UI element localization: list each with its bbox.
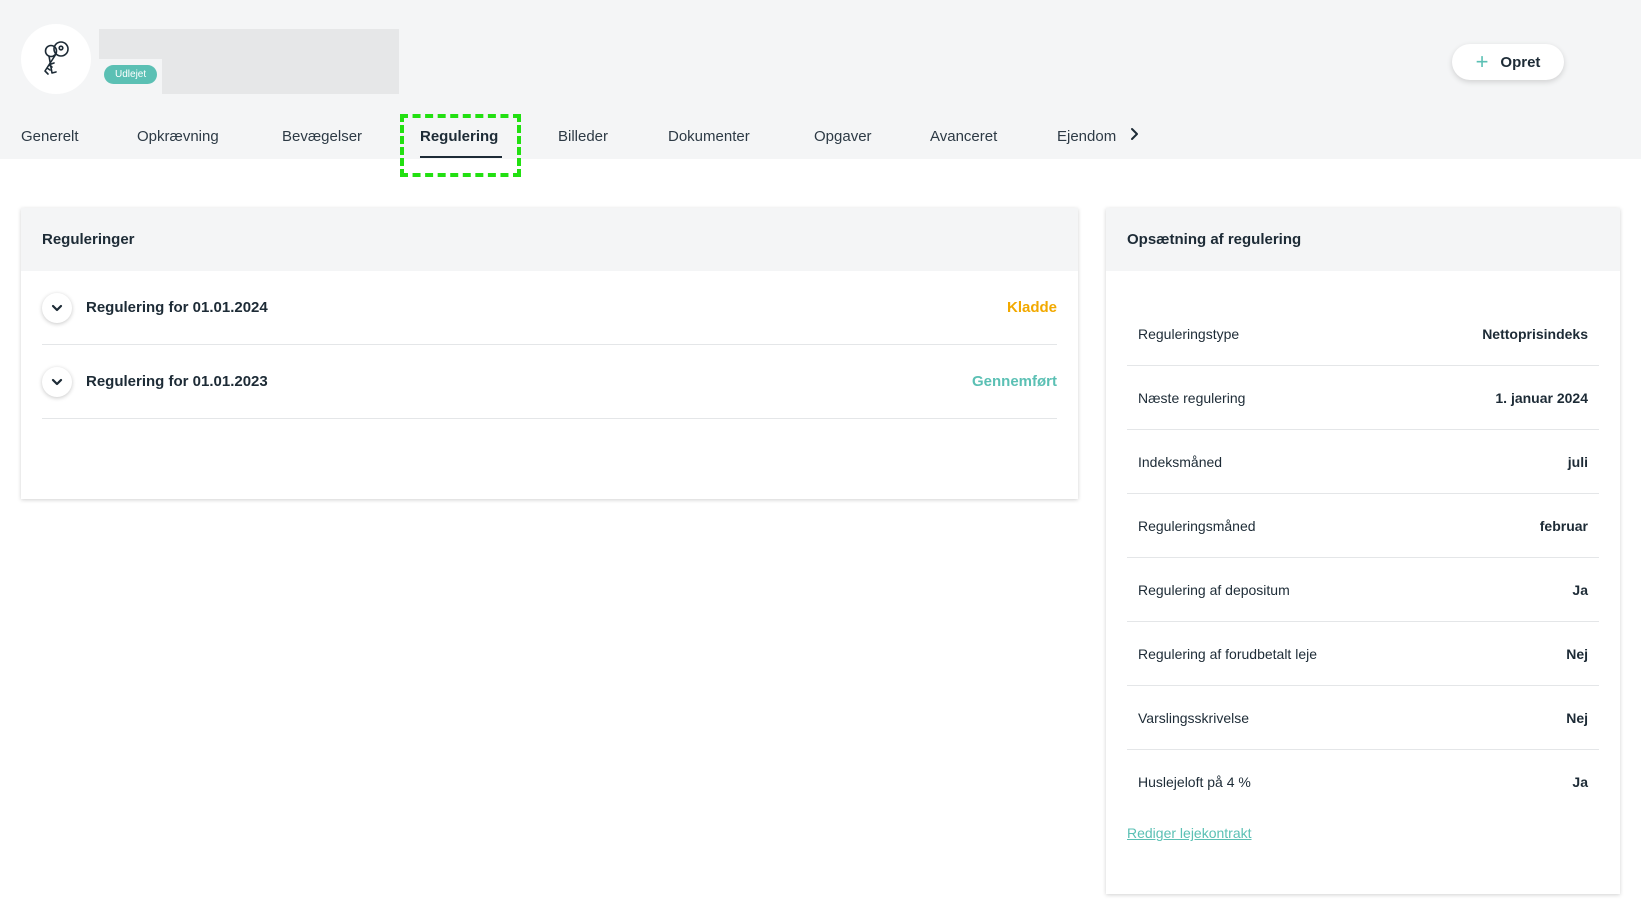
plus-icon: + [1475,49,1489,74]
create-button-label: Opret [1500,53,1541,71]
chevron-down-icon [51,304,63,311]
regulation-setup-title: Opsætning af regulering [1106,208,1620,271]
chevron-down-icon [51,378,63,385]
setting-value: juli [1567,453,1588,470]
setting-label: Huslejeloft på 4 % [1138,774,1251,790]
setting-label: Reguleringstype [1138,325,1240,342]
tab-ejendom[interactable]: Ejendom [1057,128,1116,145]
setting-row: Reguleringsmåned februar [1127,494,1599,558]
tab-focus-highlight [400,114,521,177]
expand-button[interactable] [42,292,72,323]
status-badge: Udlejet [104,65,158,84]
regulation-row[interactable]: Regulering for 01.01.2024 Kladde [42,271,1057,345]
regulation-setup-card: Opsætning af regulering Reguleringstype … [1106,208,1620,894]
tab-opgaver[interactable]: Opgaver [814,128,872,145]
setting-row: Regulering af forudbetalt leje Nej [1127,622,1599,686]
regulations-card-title: Reguleringer [21,208,1078,271]
setting-label: Næste regulering [1138,389,1246,406]
setting-row: Varslingsskrivelse Nej [1127,686,1599,750]
setting-row: Næste regulering 1. januar 2024 [1127,366,1599,430]
create-button[interactable]: + Opret [1452,44,1564,80]
setting-label: Reguleringsmåned [1138,517,1256,534]
keys-icon [44,41,69,75]
setting-value: Ja [1572,581,1588,598]
tab-bevaegelser[interactable]: Bevægelser [282,128,362,145]
setting-value: Nettoprisindeks [1482,325,1588,342]
chevron-right-icon[interactable] [1127,124,1141,144]
edit-lease-link[interactable]: Rediger lejekontrakt [1127,825,1252,841]
setting-label: Regulering af forudbetalt leje [1138,645,1318,662]
setting-value: Ja [1572,774,1588,790]
setting-label: Varslingsskrivelse [1138,709,1249,726]
setting-value: Nej [1566,709,1588,726]
regulation-status: Kladde [1006,299,1057,316]
setting-value: februar [1539,517,1588,534]
setting-label: Regulering af depositum [1138,581,1290,598]
setting-row: Reguleringstype Nettoprisindeks [1127,302,1599,366]
regulation-title: Regulering for 01.01.2024 [86,299,268,316]
tab-avanceret[interactable]: Avanceret [930,128,997,145]
tab-opkraevning[interactable]: Opkrævning [137,128,219,145]
regulations-card: Reguleringer Regulering for 01.01.2024 K… [21,208,1078,499]
regulation-status: Gennemført [971,373,1057,390]
tab-billeder[interactable]: Billeder [558,128,608,145]
property-avatar [21,24,91,94]
setting-label: Indeksmåned [1138,453,1223,470]
tab-generelt[interactable]: Generelt [21,128,79,145]
regulation-row[interactable]: Regulering for 01.01.2023 Gennemført [42,345,1057,419]
setting-row: Indeksmåned juli [1127,430,1599,494]
setting-value: Nej [1566,645,1588,662]
tab-bar: Generelt Opkrævning Bevægelser Regulerin… [0,112,1641,159]
expand-button[interactable] [42,366,72,397]
setting-value: 1. januar 2024 [1495,389,1588,406]
regulation-title: Regulering for 01.01.2023 [86,373,268,390]
tab-dokumenter[interactable]: Dokumenter [668,128,750,145]
setting-row: Regulering af depositum Ja [1127,558,1599,622]
setting-row: Huslejeloft på 4 % Ja [1127,750,1599,814]
